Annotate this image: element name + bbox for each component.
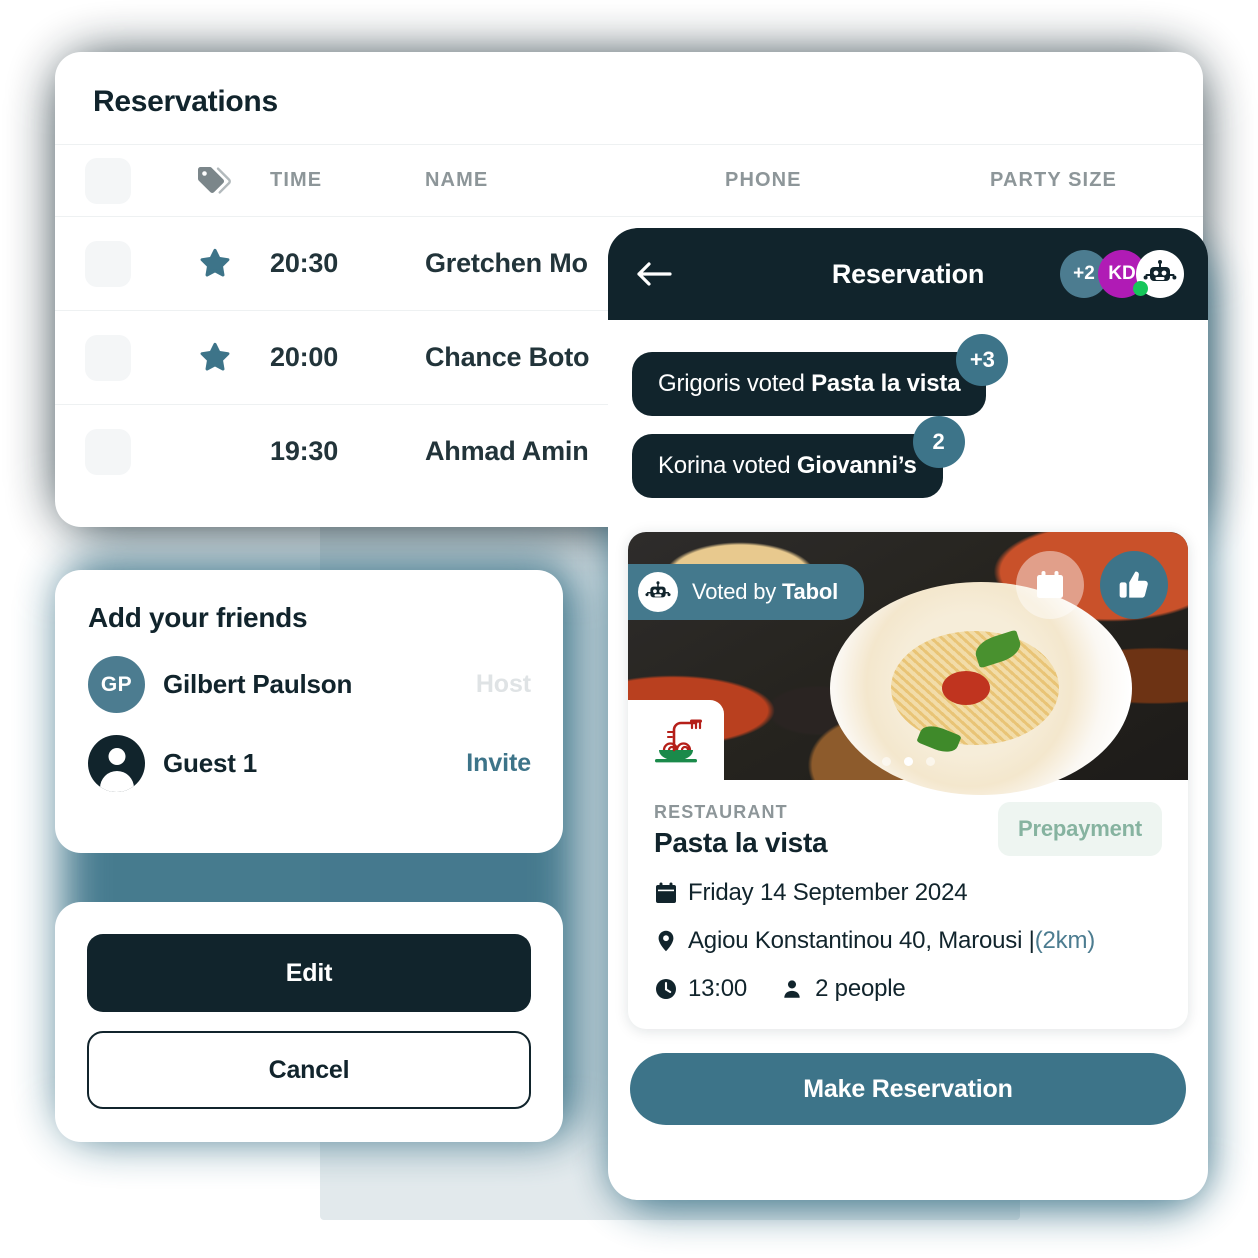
restaurant-logo (628, 700, 724, 780)
row-select-cell (55, 334, 160, 381)
robot-icon (645, 581, 671, 598)
row-time: 20:00 (270, 342, 339, 372)
avatar: GP (88, 656, 145, 713)
cancel-button[interactable]: Cancel (87, 1031, 531, 1109)
row-checkbox[interactable] (84, 334, 131, 381)
arrow-left-icon (637, 262, 672, 286)
avatar-bot[interactable] (1133, 250, 1184, 298)
restaurant-card[interactable]: Voted by Tabol RESTAURANT Pasta la vista… (628, 532, 1188, 1029)
header-name[interactable]: NAME (425, 169, 725, 192)
list-item[interactable]: Guest 1 Invite (55, 735, 563, 792)
page-title: Reservations (93, 85, 278, 118)
header-time[interactable]: TIME (270, 169, 425, 192)
reservation-time: 13:00 (688, 975, 748, 1002)
row-checkbox[interactable] (84, 428, 131, 475)
actions-card: Edit Cancel (55, 902, 563, 1142)
photo-sauce (941, 670, 990, 705)
table-header-row: TIME NAME PHONE PARTY SIZE (55, 144, 1203, 216)
friend-name: Gilbert Paulson (163, 669, 353, 699)
clock-icon (654, 977, 688, 1001)
make-reservation-button[interactable]: Make Reservation (630, 1053, 1186, 1125)
star-icon (200, 342, 230, 371)
vote-count-badge: +3 (956, 334, 1009, 386)
edit-button[interactable]: Edit (87, 934, 531, 1012)
row-select-cell (55, 240, 160, 287)
vote-bubble: Korina voted Giovanni’s (632, 434, 943, 498)
add-friends-title: Add your friends (88, 602, 308, 633)
vote-message: Grigoris voted Pasta la vista +3 (632, 334, 1009, 416)
select-all-checkbox[interactable] (84, 157, 131, 204)
vote-count-badge: 2 (912, 416, 965, 468)
header-phone[interactable]: PHONE (725, 169, 990, 192)
header-party-size[interactable]: PARTY SIZE (990, 169, 1203, 192)
row-select-cell (55, 428, 160, 475)
thumbs-up-icon (1119, 571, 1148, 598)
reservation-party-size: 2 people (815, 975, 906, 1002)
carousel-dots[interactable] (628, 757, 1188, 766)
row-star-cell[interactable] (160, 341, 270, 374)
restaurant-photo[interactable]: Voted by Tabol (628, 532, 1188, 795)
row-checkbox[interactable] (84, 240, 131, 287)
friend-name: Guest 1 (163, 748, 257, 778)
back-button[interactable] (632, 252, 676, 296)
select-all-cell (55, 157, 160, 204)
carousel-dot-active[interactable] (903, 757, 913, 766)
carousel-dot[interactable] (925, 757, 935, 766)
restaurant-details: RESTAURANT Pasta la vista Prepayment Fri… (628, 780, 1188, 1029)
host-label: Host (475, 670, 531, 698)
vote-text: Grigoris voted (658, 370, 812, 397)
row-time: 20:30 (270, 248, 339, 278)
vote-bubble: Grigoris voted Pasta la vista (632, 352, 987, 416)
screenshot-root: Reservations TIME NAME PHONE PARTY SIZE (0, 0, 1258, 1258)
vote-message: Korina voted Giovanni’s 2 (632, 416, 965, 498)
phone-header: Reservation +2 KD (608, 228, 1208, 320)
vote-restaurant: Pasta la vista (811, 370, 961, 397)
carousel-dot[interactable] (881, 757, 891, 766)
reservation-date: Friday 14 September 2024 (688, 879, 968, 906)
tag-icon (197, 166, 231, 194)
vote-text: Korina voted (658, 452, 797, 479)
calendar-icon (654, 881, 688, 905)
list-item[interactable]: GP Gilbert Paulson Host (55, 656, 563, 713)
vote-restaurant: Giovanni’s (796, 452, 917, 479)
reservation-address-row: Agiou Konstantinou 40, Marousi | (2km) (654, 927, 1162, 955)
person-icon (781, 978, 815, 1000)
voted-by-text: Voted by Tabol (692, 579, 838, 605)
row-time: 19:30 (270, 436, 339, 466)
add-to-calendar-button[interactable] (1016, 551, 1084, 619)
status-badge: Prepayment (998, 802, 1162, 856)
reservation-date-row: Friday 14 September 2024 (654, 879, 1162, 907)
tag-column-header[interactable] (160, 165, 270, 197)
like-button[interactable] (1100, 551, 1168, 619)
vote-feed: Grigoris voted Pasta la vista +3 Korina … (608, 320, 1208, 524)
reservation-distance: (2km) (1034, 927, 1096, 954)
voted-by-chip: Voted by Tabol (628, 564, 864, 620)
location-pin-icon (654, 929, 688, 953)
voted-by-prefix: Voted by (692, 579, 782, 604)
star-icon (200, 248, 230, 277)
add-friends-card: Add your friends GP Gilbert Paulson Host… (55, 570, 563, 853)
participant-avatars[interactable]: +2 KD (1060, 250, 1184, 298)
reservation-address: Agiou Konstantinou 40, Marousi | (688, 927, 1035, 954)
reservation-time-party-row: 13:00 2 people (654, 975, 1162, 1003)
online-status-dot (1133, 281, 1148, 296)
invite-button[interactable]: Invite (466, 749, 531, 778)
row-star-cell[interactable] (160, 247, 270, 280)
phone-reservation-panel: Reservation +2 KD Grigoris voted Pasta l… (608, 228, 1208, 1200)
voted-by-avatar (638, 572, 678, 612)
calendar-icon (1037, 571, 1063, 598)
person-avatar-icon (88, 735, 145, 792)
voted-by-name: Tabol (781, 579, 838, 604)
party-size-group: 2 people (781, 975, 906, 1003)
robot-icon (1143, 260, 1177, 281)
